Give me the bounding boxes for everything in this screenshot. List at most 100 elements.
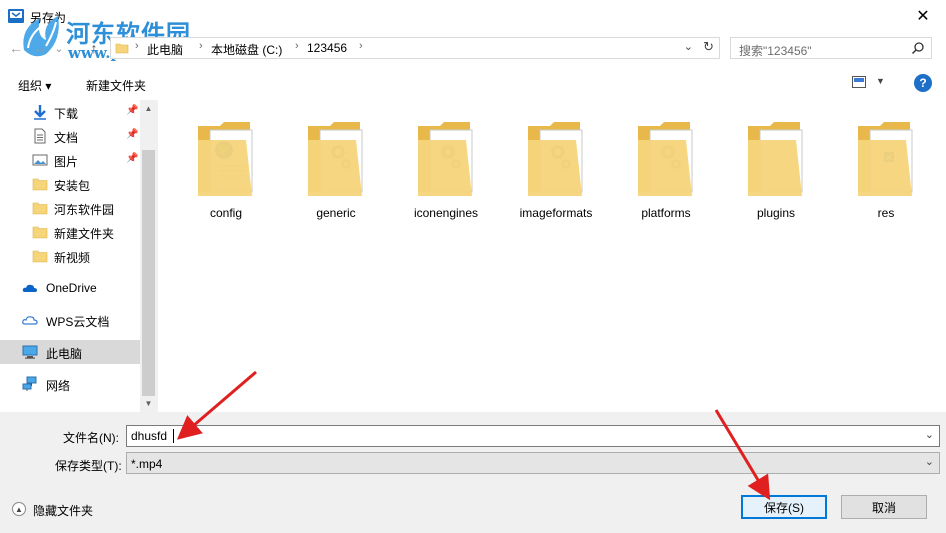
- view-dropdown-icon[interactable]: ▼: [876, 76, 885, 86]
- scroll-down-icon[interactable]: ▼: [140, 395, 157, 412]
- document-icon: [34, 128, 46, 144]
- sidebar-item-pictures[interactable]: 图片 📌: [0, 148, 140, 172]
- chevron-down-icon[interactable]: ⌄: [925, 455, 934, 468]
- save-button[interactable]: 保存(S): [741, 495, 827, 519]
- folder-name: config: [209, 206, 243, 220]
- file-type-select[interactable]: *.mp4 ⌄: [126, 452, 940, 474]
- pin-icon[interactable]: 📌: [126, 153, 138, 164]
- sidebar-item-network[interactable]: 网络: [0, 372, 140, 396]
- sidebar-item-label: 图片: [54, 155, 79, 169]
- folder-icon: [32, 226, 48, 239]
- sidebar-item-label: 安装包: [54, 179, 91, 193]
- sidebar-item-label: 新建文件夹: [54, 227, 115, 241]
- folder-item[interactable]: platforms: [616, 110, 716, 228]
- sidebar-item-documents[interactable]: 文档 📌: [0, 124, 140, 148]
- new-folder-button[interactable]: 新建文件夹: [86, 77, 146, 94]
- search-placeholder: 搜索"123456": [739, 44, 812, 58]
- folder-item[interactable]: generic: [286, 110, 386, 228]
- folder-gear-icon: [528, 122, 583, 196]
- app-icon: [8, 9, 24, 23]
- scroll-thumb[interactable]: [142, 150, 155, 396]
- folder-blank-icon: [748, 122, 803, 196]
- sidebar-item-this-pc[interactable]: 此电脑: [0, 340, 140, 364]
- sidebar-item-new-folder[interactable]: 新建文件夹: [0, 220, 140, 244]
- folder-name: res: [877, 206, 895, 220]
- download-icon: [34, 105, 46, 120]
- folder-gear-icon: [418, 122, 473, 196]
- sidebar-item-onedrive[interactable]: OneDrive: [0, 276, 140, 300]
- folder-name: platforms: [641, 206, 691, 220]
- breadcrumb-separator: ›: [135, 40, 139, 52]
- breadcrumb-separator: ›: [199, 40, 203, 52]
- save-form: 文件名(N): dhusfd ⌄ 保存类型(T): *.mp4 ⌄ ▲ 隐藏文件…: [0, 412, 946, 533]
- breadcrumb-this-pc[interactable]: 此电脑: [147, 41, 183, 58]
- sidebar-item-install-packages[interactable]: 安装包: [0, 172, 140, 196]
- picture-icon: [32, 154, 48, 166]
- folder-name: generic: [316, 206, 356, 220]
- organize-menu[interactable]: 组织 ▾: [18, 77, 51, 94]
- recent-locations-button[interactable]: ⌄: [52, 38, 66, 58]
- navigation-bar: ← → ⌄ ↑ › 此电脑 › 本地磁盘 (C:) › 123456 › ⌄ ↻…: [0, 32, 946, 64]
- view-options-icon[interactable]: [852, 76, 866, 88]
- folder-item[interactable]: res: [836, 110, 936, 228]
- close-icon: ✕: [916, 8, 930, 25]
- sidebar-item-downloads[interactable]: 下载 📌: [0, 100, 140, 124]
- folder-name: iconengines: [413, 206, 479, 220]
- command-toolbar: 组织 ▾ 新建文件夹 ▼ ?: [0, 66, 946, 100]
- pin-icon[interactable]: 📌: [126, 105, 138, 116]
- filename-label: 文件名(N):: [63, 431, 119, 445]
- folder-gear-icon: [638, 122, 693, 196]
- sidebar-item-hedong[interactable]: 河东软件园: [0, 196, 140, 220]
- pin-icon[interactable]: 📌: [126, 129, 138, 140]
- sidebar-item-label: 网络: [46, 379, 71, 393]
- breadcrumb-separator: ›: [359, 40, 363, 52]
- network-icon: [22, 376, 37, 391]
- navigation-pane: 下载 📌 文档 📌 图片 📌 安装包 河东软件园 新建文件夹 新视频 OneDr…: [0, 100, 157, 412]
- breadcrumb-current-folder[interactable]: 123456: [307, 41, 347, 55]
- sidebar-item-label: 下载: [54, 107, 79, 121]
- sidebar-item-wps-cloud[interactable]: WPS云文档: [0, 308, 140, 332]
- collapse-icon: ▲: [12, 502, 26, 516]
- window-title: 另存为: [30, 11, 67, 25]
- refresh-icon[interactable]: ↻: [703, 39, 714, 55]
- folder-item[interactable]: iconengines: [396, 110, 496, 228]
- folder-item[interactable]: imageformats: [506, 110, 606, 228]
- folder-icon: [32, 202, 48, 215]
- sidebar-item-label: WPS云文档: [46, 315, 110, 329]
- address-dropdown-icon[interactable]: ⌄: [684, 40, 693, 53]
- folder-item[interactable]: config: [176, 110, 276, 228]
- folder-icon: [115, 43, 129, 54]
- folder-web-icon: [198, 122, 253, 196]
- chevron-down-icon: ⌄: [54, 42, 64, 55]
- search-input[interactable]: 搜索"123456": [730, 37, 932, 59]
- sidebar-item-new-video[interactable]: 新视频: [0, 244, 140, 268]
- file-list: config generic iconengines imageformats …: [157, 100, 946, 412]
- filename-input[interactable]: dhusfd ⌄: [126, 425, 940, 447]
- up-arrow-icon: ↑: [90, 40, 98, 56]
- folder-app-icon: [858, 122, 913, 196]
- sidebar-scrollbar[interactable]: ▲ ▼: [140, 100, 157, 412]
- sidebar-item-label: OneDrive: [46, 281, 97, 295]
- folder-name: plugins: [756, 206, 796, 220]
- address-bar[interactable]: › 此电脑 › 本地磁盘 (C:) › 123456 › ⌄ ↻: [110, 37, 720, 59]
- close-button[interactable]: ✕: [900, 0, 946, 32]
- help-icon[interactable]: ?: [914, 74, 932, 92]
- chevron-down-icon[interactable]: ⌄: [925, 428, 934, 441]
- scroll-up-icon[interactable]: ▲: [140, 100, 157, 117]
- folder-item[interactable]: plugins: [726, 110, 826, 228]
- back-button[interactable]: ←: [6, 38, 26, 58]
- text-caret: [173, 429, 174, 443]
- computer-icon: [22, 345, 38, 359]
- search-icon[interactable]: [911, 41, 925, 55]
- cancel-button[interactable]: 取消: [841, 495, 927, 519]
- sidebar-item-label: 河东软件园: [54, 203, 115, 217]
- hide-folders-toggle[interactable]: ▲ 隐藏文件夹: [12, 500, 112, 518]
- hide-folders-label: 隐藏文件夹: [33, 504, 94, 518]
- file-type-label: 保存类型(T):: [55, 459, 122, 473]
- breadcrumb-local-disk[interactable]: 本地磁盘 (C:): [211, 41, 282, 58]
- forward-button[interactable]: →: [30, 38, 50, 58]
- breadcrumb-separator: ›: [295, 40, 299, 52]
- folder-icon: [32, 178, 48, 191]
- up-button[interactable]: ↑: [84, 38, 104, 58]
- back-arrow-icon: ←: [9, 40, 23, 56]
